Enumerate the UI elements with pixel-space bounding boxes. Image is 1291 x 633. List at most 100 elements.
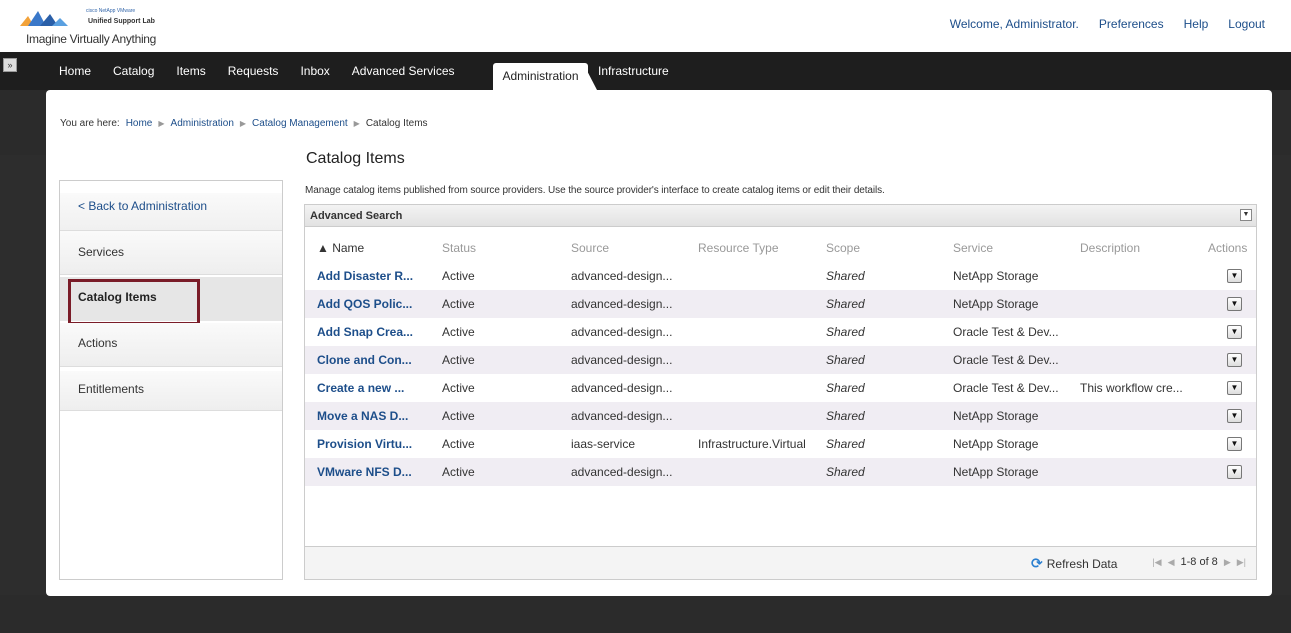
breadcrumb-catalog-management[interactable]: Catalog Management	[252, 118, 348, 129]
item-service: NetApp Storage	[953, 269, 1039, 283]
column-header-status[interactable]: Status	[442, 241, 476, 255]
logo-mark-icon	[20, 11, 68, 26]
column-header-description[interactable]: Description	[1080, 241, 1140, 255]
nav-administration[interactable]: Administration	[493, 63, 588, 90]
item-scope: Shared	[826, 409, 865, 423]
table-row[interactable]: Add QOS Polic... Active advanced-design...…	[305, 290, 1256, 318]
column-header-name[interactable]: ▲ Name	[317, 241, 364, 255]
row-actions-dropdown-icon[interactable]: ▼	[1227, 409, 1242, 423]
row-actions-dropdown-icon[interactable]: ▼	[1227, 297, 1242, 311]
column-header-actions: Actions	[1208, 241, 1248, 255]
page-description: Manage catalog items published from sour…	[305, 185, 885, 196]
item-name-link[interactable]: Create a new ...	[317, 381, 404, 395]
item-scope: Shared	[826, 325, 865, 339]
next-page-icon[interactable]: ▶	[1224, 557, 1231, 568]
help-link[interactable]: Help	[1184, 17, 1209, 31]
item-status: Active	[442, 381, 475, 395]
table-row[interactable]: Move a NAS D... Active advanced-design... S…	[305, 402, 1256, 430]
item-source: advanced-design...	[571, 297, 673, 311]
item-service: Oracle Test & Dev...	[953, 381, 1059, 395]
logout-link[interactable]: Logout	[1228, 17, 1265, 31]
nav-infrastructure[interactable]: Infrastructure	[598, 64, 669, 78]
brand-logo[interactable]: cisco NetApp VMware Unified Support Lab …	[16, 4, 196, 48]
sidebar-item-entitlements[interactable]: Entitlements	[60, 371, 282, 411]
main-nav: » Home Catalog Items Requests Inbox Adva…	[0, 52, 1291, 90]
item-name-link[interactable]: Add Snap Crea...	[317, 325, 413, 339]
chevron-down-icon[interactable]: ▼	[1240, 209, 1252, 221]
item-name-link[interactable]: VMware NFS D...	[317, 465, 412, 479]
row-actions-dropdown-icon[interactable]: ▼	[1227, 353, 1242, 367]
column-header-service[interactable]: Service	[953, 241, 993, 255]
item-source: advanced-design...	[571, 269, 673, 283]
table-row[interactable]: Add Snap Crea... Active advanced-design...…	[305, 318, 1256, 346]
breadcrumb: You are here: Home ▶ Administration ▶ Ca…	[60, 118, 428, 129]
row-actions-dropdown-icon[interactable]: ▼	[1227, 465, 1242, 479]
refresh-label: Refresh Data	[1046, 556, 1118, 571]
nav-requests[interactable]: Requests	[217, 64, 290, 78]
sidebar-item-actions[interactable]: Actions	[60, 323, 282, 367]
table-row[interactable]: Provision Virtu... Active iaas-service Infr…	[305, 430, 1256, 458]
highlight-box	[68, 279, 200, 325]
last-page-icon[interactable]: ▶|	[1237, 557, 1246, 568]
item-scope: Shared	[826, 269, 865, 283]
item-service: NetApp Storage	[953, 465, 1039, 479]
item-name-link[interactable]: Clone and Con...	[317, 353, 412, 367]
item-source: advanced-design...	[571, 381, 673, 395]
item-scope: Shared	[826, 465, 865, 479]
item-source: advanced-design...	[571, 353, 673, 367]
item-status: Active	[442, 437, 475, 451]
item-service: Oracle Test & Dev...	[953, 353, 1059, 367]
item-name-link[interactable]: Add QOS Polic...	[317, 297, 412, 311]
item-description: This workflow cre...	[1080, 381, 1183, 395]
nav-items-tab[interactable]: Items	[165, 64, 216, 78]
breadcrumb-administration[interactable]: Administration	[171, 118, 234, 129]
nav-advanced-services[interactable]: Advanced Services	[341, 64, 466, 78]
column-header-resource-type[interactable]: Resource Type	[698, 241, 779, 255]
nav-inbox[interactable]: Inbox	[289, 64, 340, 78]
row-actions-dropdown-icon[interactable]: ▼	[1227, 325, 1242, 339]
item-name-link[interactable]: Move a NAS D...	[317, 409, 408, 423]
item-status: Active	[442, 325, 475, 339]
item-name-link[interactable]: Provision Virtu...	[317, 437, 412, 451]
item-service: NetApp Storage	[953, 437, 1039, 451]
table-row[interactable]: VMware NFS D... Active advanced-design... S…	[305, 458, 1256, 486]
first-page-icon[interactable]: |◀	[1152, 557, 1161, 568]
table-row[interactable]: Create a new ... Active advanced-design...…	[305, 374, 1256, 402]
item-scope: Shared	[826, 353, 865, 367]
prev-page-icon[interactable]: ◀	[1168, 557, 1175, 568]
top-links: Welcome, Administrator. Preferences Help…	[950, 17, 1265, 31]
tagline: Imagine Virtually Anything	[26, 32, 157, 46]
nav-home[interactable]: Home	[48, 64, 102, 78]
item-resource-type: Infrastructure.Virtual	[698, 437, 806, 451]
item-name-link[interactable]: Add Disaster R...	[317, 269, 413, 283]
welcome-text: Welcome, Administrator.	[949, 17, 1079, 31]
table-row[interactable]: Clone and Con... Active advanced-design...…	[305, 346, 1256, 374]
item-status: Active	[442, 409, 475, 423]
breadcrumb-home[interactable]: Home	[126, 118, 153, 129]
item-scope: Shared	[826, 297, 865, 311]
item-source: advanced-design...	[571, 325, 673, 339]
advanced-search-label: Advanced Search	[310, 210, 403, 222]
back-to-administration-link[interactable]: < Back to Administration	[60, 193, 282, 231]
item-service: Oracle Test & Dev...	[953, 325, 1059, 339]
item-status: Active	[442, 297, 475, 311]
item-service: NetApp Storage	[953, 409, 1039, 423]
partner-badges: cisco NetApp VMware	[86, 8, 136, 14]
refresh-data-button[interactable]: ⟳ Refresh Data	[1031, 555, 1117, 572]
app-header: cisco NetApp VMware Unified Support Lab …	[0, 0, 1291, 52]
nav-items: Home Catalog Items Requests Inbox Advanc…	[48, 64, 466, 78]
row-actions-dropdown-icon[interactable]: ▼	[1227, 269, 1242, 283]
preferences-link[interactable]: Preferences	[1099, 17, 1164, 31]
expand-icon[interactable]: »	[3, 58, 17, 72]
table-row[interactable]: Add Disaster R... Active advanced-design..…	[305, 262, 1256, 290]
refresh-icon: ⟳	[1031, 555, 1043, 571]
pager: |◀ ◀ 1-8 of 8 ▶ ▶|	[1152, 556, 1246, 568]
sidebar-item-services[interactable]: Services	[60, 231, 282, 275]
column-header-scope[interactable]: Scope	[826, 241, 860, 255]
page-title: Catalog Items	[306, 150, 405, 167]
nav-catalog[interactable]: Catalog	[102, 64, 165, 78]
row-actions-dropdown-icon[interactable]: ▼	[1227, 381, 1242, 395]
advanced-search-bar[interactable]: Advanced Search ▼	[305, 205, 1256, 227]
column-header-source[interactable]: Source	[571, 241, 609, 255]
row-actions-dropdown-icon[interactable]: ▼	[1227, 437, 1242, 451]
